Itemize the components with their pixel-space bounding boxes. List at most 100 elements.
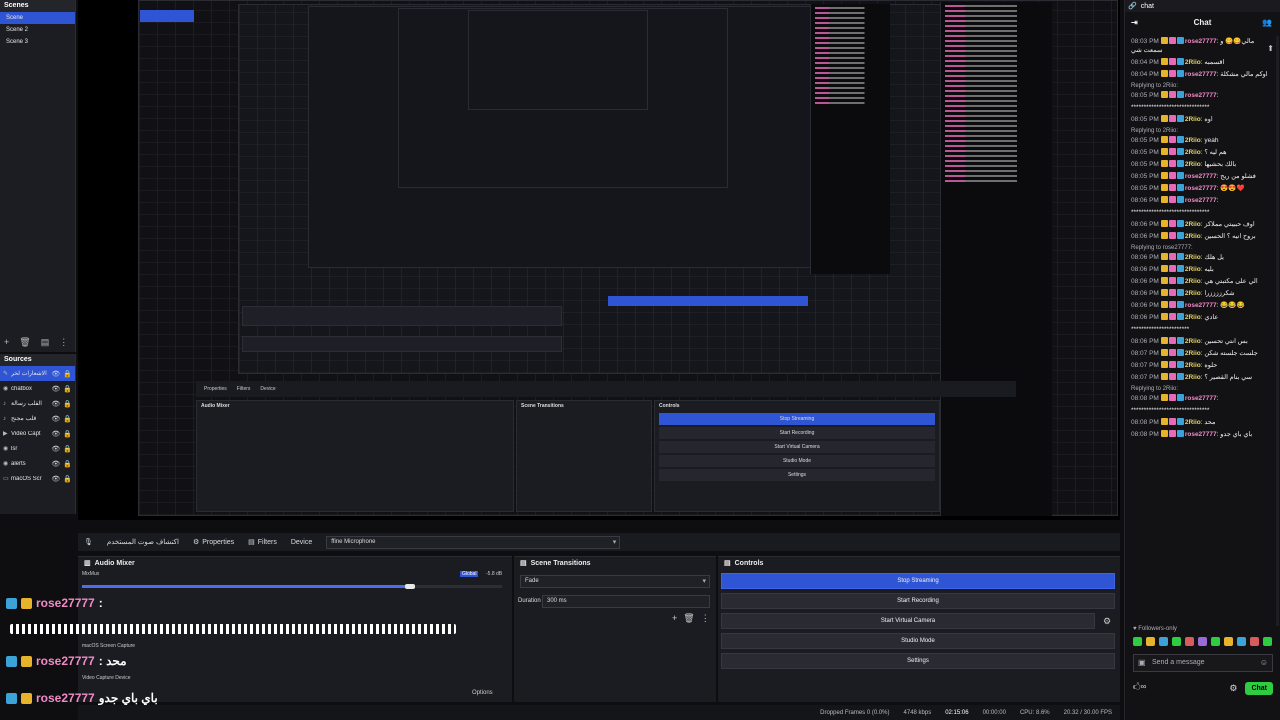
start-recording-button[interactable]: Start Recording — [721, 593, 1115, 609]
emote-icon[interactable] — [1159, 637, 1168, 646]
scene-item[interactable]: Scene — [0, 12, 75, 24]
chat-username[interactable]: 2Riio — [1185, 137, 1201, 144]
chat-username[interactable]: 2Riio — [1185, 59, 1201, 66]
trash-icon[interactable]: 🗑 — [683, 613, 694, 624]
chat-message-list[interactable]: 08:03 PM rose27777: مالي😋😋 و سمعت شي 08:04… — [1125, 36, 1277, 624]
chat-scrollbar[interactable] — [1276, 36, 1279, 626]
filter-icon[interactable]: ▤ — [41, 337, 50, 348]
lock-icon[interactable]: 🔒 — [63, 385, 72, 393]
chat-username[interactable]: 2Riio — [1185, 254, 1201, 261]
chat-username[interactable]: rose27777 — [1185, 92, 1217, 99]
emote-icon[interactable] — [1250, 637, 1259, 646]
lock-icon[interactable]: 🔒 — [63, 415, 72, 423]
chat-username[interactable]: 2Riio — [1185, 221, 1201, 228]
emote-icon[interactable] — [1185, 637, 1194, 646]
emote-icon[interactable] — [1146, 637, 1155, 646]
emote-icon[interactable] — [1133, 637, 1142, 646]
source-item[interactable]: ◉ chatbox 👁 🔒 — [0, 381, 75, 396]
send-message-input[interactable]: ▣ Send a message ☺ — [1133, 654, 1273, 672]
emote-icon[interactable] — [1172, 637, 1181, 646]
source-item[interactable]: ▶ Video Capt 👁 🔒 — [0, 426, 75, 441]
eye-icon[interactable]: 👁 — [51, 445, 60, 453]
chat-username[interactable]: 2Riio — [1185, 419, 1201, 426]
chat-username[interactable]: rose27777 — [1185, 71, 1217, 78]
studio-mode-button[interactable]: Studio Mode — [721, 633, 1115, 649]
lock-icon[interactable]: 🔒 — [63, 475, 72, 483]
chat-username[interactable]: 2Riio — [1185, 278, 1201, 285]
chat-send-button[interactable]: Chat — [1245, 681, 1273, 695]
users-icon[interactable]: 👥 — [1262, 12, 1272, 34]
program-preview[interactable]: Properties Filters Device Audio Mixer Sc… — [78, 0, 1120, 520]
gear-icon[interactable]: ⚙ — [1103, 616, 1111, 627]
source-item[interactable]: ✎ الاشعارات لخر 👁 🔒 — [0, 366, 75, 381]
collapse-icon[interactable]: ⇥ — [1131, 12, 1138, 34]
stop-streaming-button[interactable]: Stop Streaming — [721, 573, 1115, 589]
scene-item[interactable]: Scene 3 — [0, 36, 75, 48]
emote-icon[interactable] — [1211, 637, 1220, 646]
eye-icon[interactable]: 👁 — [51, 385, 60, 393]
gear-icon[interactable]: ⚙ — [1229, 683, 1237, 694]
eye-icon[interactable]: 👁 — [51, 400, 60, 408]
chat-username[interactable]: rose27777 — [1185, 302, 1217, 309]
points-icon[interactable]: 🖒∞ — [1133, 681, 1146, 695]
badge-icon — [1160, 58, 1168, 65]
chat-username[interactable]: 2Riio — [1185, 362, 1201, 369]
chat-username[interactable]: 2Riio — [1185, 314, 1201, 321]
chat-username[interactable]: 2Riio — [1185, 374, 1201, 381]
transition-select[interactable]: Fade — [520, 575, 710, 588]
source-item[interactable]: ◉ lsr 👁 🔒 — [0, 441, 75, 456]
chat-message: ******************************* — [1125, 405, 1277, 417]
duration-input[interactable]: 300 ms — [542, 595, 710, 608]
chat-username[interactable]: 2Riio — [1185, 116, 1201, 123]
chat-username[interactable]: 2Riio — [1185, 149, 1201, 156]
emote-icon[interactable] — [1224, 637, 1233, 646]
chat-username[interactable]: 2Riio — [1185, 161, 1201, 168]
lock-icon[interactable]: 🔒 — [63, 400, 72, 408]
chat-username[interactable]: rose27777 — [1185, 431, 1217, 438]
add-icon[interactable]: + — [672, 613, 677, 624]
chat-username[interactable]: 2Riio — [1185, 266, 1201, 273]
device-select[interactable]: ffine Microphone — [326, 535, 621, 549]
lock-icon[interactable]: 🔒 — [63, 445, 72, 453]
emoji-icon[interactable]: ☺ — [1260, 655, 1268, 671]
source-item[interactable]: ♪ قلب مجنح 👁 🔒 — [0, 411, 75, 426]
source-item[interactable]: ◉ alerts 👁 🔒 — [0, 456, 75, 471]
eye-icon[interactable]: 👁 — [51, 370, 60, 378]
chat-username[interactable]: rose27777 — [1185, 185, 1217, 192]
start-virtual-camera-button[interactable]: Start Virtual Camera — [721, 613, 1095, 629]
chat-username[interactable]: rose27777 — [1185, 395, 1217, 402]
chat-username[interactable]: 2Riio — [1185, 350, 1201, 357]
lock-icon[interactable]: 🔒 — [63, 370, 72, 378]
settings-button[interactable]: Settings — [721, 653, 1115, 669]
chat-username[interactable]: rose27777 — [1185, 38, 1217, 45]
eye-icon[interactable]: 👁 — [51, 430, 60, 438]
source-item[interactable]: ▭ macOS Scr 👁 🔒 — [0, 471, 75, 486]
chat-username[interactable]: rose27777 — [1185, 173, 1217, 180]
volume-slider[interactable] — [82, 584, 502, 589]
emote-icon[interactable] — [1237, 637, 1246, 646]
more-icon[interactable]: ⋮ — [701, 613, 710, 624]
add-icon[interactable]: + — [4, 337, 9, 348]
source-item[interactable]: ♪ القلب رسالة 👁 🔒 — [0, 396, 75, 411]
eye-icon[interactable]: 👁 — [51, 460, 60, 468]
emote-icon[interactable] — [1198, 637, 1207, 646]
preview-chat-capture — [940, 2, 1052, 516]
properties-button[interactable]: ⚙ Properties — [193, 538, 234, 547]
more-icon[interactable]: ⋮ — [59, 337, 68, 348]
scene-item[interactable]: Scene 2 — [0, 24, 75, 36]
chat-username[interactable]: rose27777 — [1185, 197, 1217, 204]
chat-username[interactable]: 2Riio — [1185, 338, 1201, 345]
eye-icon[interactable]: 👁 — [51, 415, 60, 423]
volume-knob[interactable] — [404, 584, 415, 589]
chat-username[interactable]: 2Riio — [1185, 233, 1201, 240]
trash-icon[interactable]: 🗑 — [19, 337, 30, 348]
emote-icon[interactable] — [1263, 637, 1272, 646]
lock-icon[interactable]: 🔒 — [63, 430, 72, 438]
badge-icon — [1168, 196, 1176, 203]
overlay-emote-wall — [10, 624, 456, 634]
filters-button[interactable]: ▤ Filters — [248, 538, 277, 547]
chat-username[interactable]: 2Riio — [1185, 290, 1201, 297]
lock-icon[interactable]: 🔒 — [63, 460, 72, 468]
eye-icon[interactable]: 👁 — [51, 475, 60, 483]
options-button[interactable]: Options — [472, 690, 493, 696]
